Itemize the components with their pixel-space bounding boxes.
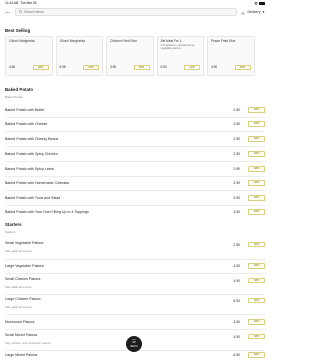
best-selling-card[interactable]: 10inch Margherita 5.95 ADD xyxy=(55,36,103,76)
back-arrow-icon[interactable]: ← xyxy=(5,9,11,15)
item-name: Small Mixed Pakora xyxy=(5,333,37,337)
add-button[interactable]: ADD xyxy=(248,166,265,172)
menu-fab-button[interactable]: ☰ MENU xyxy=(126,336,142,352)
item-price: 2.90 xyxy=(233,122,240,127)
item-price: 2.90 xyxy=(233,196,240,201)
category-subtitle: Starters xyxy=(5,230,16,235)
add-button[interactable]: ADD xyxy=(83,65,99,71)
item-name: Baked Potato with Cheese xyxy=(5,122,48,126)
card-description: 2 Poppadoms, special korma, vegetable pa… xyxy=(160,44,195,51)
item-name: Large Chicken Pakora xyxy=(5,297,41,301)
item-price: 2.90 xyxy=(233,167,240,172)
item-name: Baked Potato with Butter xyxy=(5,108,45,112)
add-button[interactable]: ADD xyxy=(248,195,265,201)
search-icon xyxy=(18,10,22,14)
add-button[interactable]: ADD xyxy=(32,65,49,71)
bike-icon: 🚲 xyxy=(240,9,246,15)
item-price: 4.90 xyxy=(233,278,240,283)
item-description: Side salad and sauce xyxy=(5,305,32,309)
add-button[interactable]: ADD xyxy=(234,65,251,71)
menu-fab-label: MENU xyxy=(130,344,138,348)
add-button[interactable]: ADD xyxy=(248,180,265,186)
delivery-toggle[interactable]: 🚲 Delivery ▼ xyxy=(241,10,265,15)
item-name: Baked Potato with Spicy Chicken xyxy=(5,152,58,156)
add-button[interactable]: ADD xyxy=(184,65,200,71)
item-price: 6.50 xyxy=(233,353,240,358)
add-button[interactable]: ADD xyxy=(248,209,265,215)
item-description: Veg, chicken, and mushroom pakora xyxy=(5,341,51,345)
category-title: Baked Potato xyxy=(5,87,34,92)
best-selling-card[interactable]: Prawn Fried Rice 4.90 ADD xyxy=(207,36,255,76)
item-price: 3.50 xyxy=(233,320,240,325)
item-price: 2.90 xyxy=(233,137,240,142)
card-name: Chicken Fried Rice xyxy=(110,39,137,43)
card-name: 10inch Margherita xyxy=(9,39,35,43)
item-name: Small Vegetable Pakora xyxy=(5,241,44,245)
category-baked-potato: Baked Potato Baked Potato xyxy=(0,87,270,99)
item-name: Baked Potato with Tuna and Salad xyxy=(5,196,61,200)
card-name: Prawn Fried Rice xyxy=(211,39,236,43)
card-price: 6.90 xyxy=(160,65,167,69)
item-name: Baked Potato with Your Own Filling Up to… xyxy=(5,210,89,214)
category-subtitle: Baked Potato xyxy=(5,95,24,100)
item-name: Baked Potato with Cheesy Beans xyxy=(5,137,59,141)
item-price: 2.90 xyxy=(233,181,240,186)
add-button[interactable]: ADD xyxy=(248,333,265,340)
item-name: Large Mixed Pakora xyxy=(5,353,38,357)
add-button[interactable]: ADD xyxy=(248,107,265,113)
wifi-icon xyxy=(253,1,258,5)
item-name: Mushroom Pakora xyxy=(5,320,35,324)
item-price: 2.50 xyxy=(233,242,240,247)
card-price: 3.90 xyxy=(110,65,117,69)
item-description: Side salad and sauce xyxy=(5,285,32,289)
item-price: 2.90 xyxy=(233,152,240,157)
best-selling-card[interactable]: 10inch Margherita 4.50 ADD xyxy=(5,36,53,76)
card-name: 10inch Margherita xyxy=(59,39,86,43)
delivery-label: Delivery xyxy=(247,10,261,14)
item-name: Baked Potato with Spicy Lamb xyxy=(5,167,54,171)
search-bar[interactable] xyxy=(15,8,237,16)
item-name: Small Chicken Pakora xyxy=(5,277,41,281)
best-selling-card[interactable]: Set Meal For 1 2 Poppadoms, special korm… xyxy=(156,36,204,76)
item-price: 5.90 xyxy=(233,298,240,303)
best-selling-carousel: 10inch Margherita 4.50 ADD 10inch Marghe… xyxy=(5,36,265,76)
item-description: Side salad and sauce xyxy=(5,249,32,253)
battery-icon xyxy=(259,1,265,5)
card-price: 4.90 xyxy=(211,65,218,69)
add-button[interactable]: ADD xyxy=(133,65,150,71)
top-bar: ← 🚲 Delivery ▼ xyxy=(0,6,270,18)
add-button[interactable]: ADD xyxy=(248,151,265,157)
add-button[interactable]: ADD xyxy=(248,121,265,127)
card-price: 4.50 xyxy=(9,65,16,69)
add-button[interactable]: ADD xyxy=(248,277,265,284)
add-button[interactable]: ADD xyxy=(248,241,265,248)
status-date: Tue Mar 26 xyxy=(20,1,37,5)
add-button[interactable]: ADD xyxy=(248,297,265,304)
search-input[interactable] xyxy=(24,10,234,14)
item-name: Baked Potato with Homemade Coleslaw xyxy=(5,181,70,185)
add-button[interactable]: ADD xyxy=(248,263,265,269)
chevron-down-icon: ▼ xyxy=(262,10,265,14)
category-starters: Starters Starters xyxy=(0,222,270,234)
category-title: Starters xyxy=(5,222,22,227)
item-name: Large Vegetable Pakora xyxy=(5,264,44,268)
item-price: 4.50 xyxy=(233,264,240,269)
item-price: 3.90 xyxy=(233,210,240,215)
item-price: 2.50 xyxy=(233,108,240,113)
status-time: 11:44 AM xyxy=(5,1,19,5)
add-button[interactable]: ADD xyxy=(248,136,265,142)
add-button[interactable]: ADD xyxy=(248,319,265,325)
best-selling-title: Best Selling xyxy=(5,28,31,33)
best-selling-card[interactable]: Chicken Fried Rice 3.90 ADD xyxy=(106,36,154,76)
add-button[interactable]: ADD xyxy=(248,352,265,358)
card-price: 5.95 xyxy=(59,65,66,69)
item-price: 4.50 xyxy=(233,334,240,339)
